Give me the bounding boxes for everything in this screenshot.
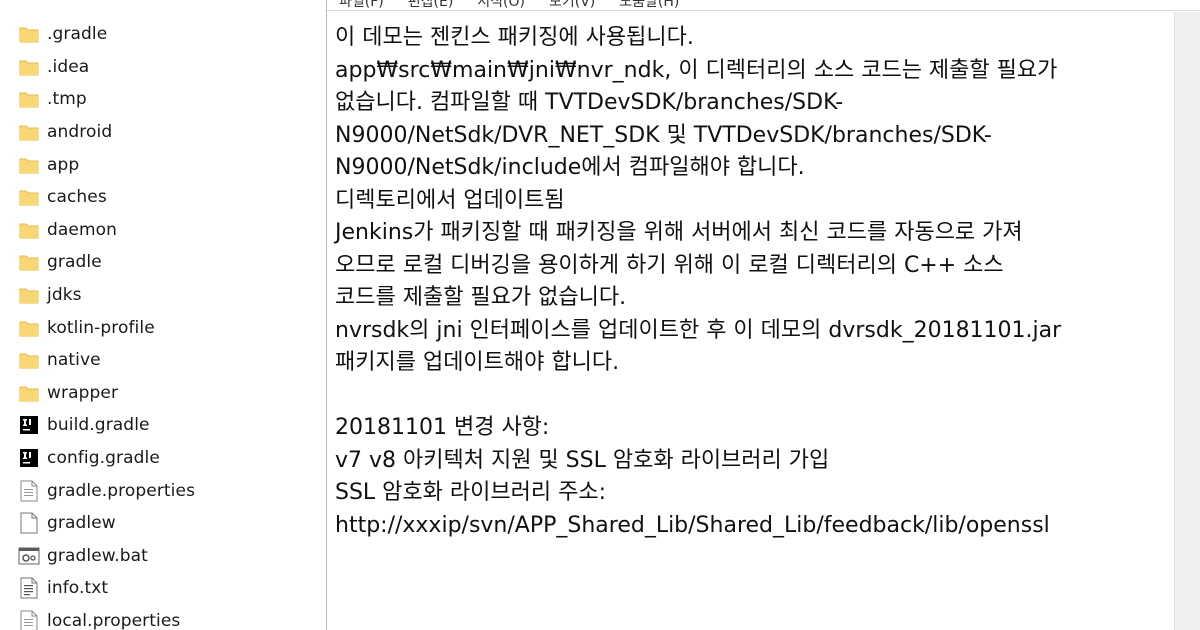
folder-icon — [17, 22, 41, 46]
file-list-item[interactable]: .tmp — [0, 83, 326, 116]
text-line: v7 v8 아키텍처 지원 및 SSL 암호화 라이브러리 가입 — [335, 447, 830, 473]
text-line: 디렉토리에서 업데이트됨 — [335, 187, 565, 213]
text-line: 오므로 로컬 디버깅을 용이하게 하기 위해 이 로컬 디렉터리의 C++ 소스 — [335, 252, 1004, 278]
blank-file-icon — [17, 511, 41, 535]
text-line: 없습니다. 컴파일할 때 TVTDevSDK/branches/SDK- — [335, 90, 844, 115]
file-list-item[interactable]: local.properties — [0, 605, 326, 630]
text-line: 코드를 제출할 필요가 없습니다. — [335, 285, 627, 310]
menu-item[interactable]: 파일(F) — [339, 0, 384, 11]
text-line: SSL 암호화 라이브러리 주소: — [335, 480, 606, 505]
file-name-label: .gradle — [47, 24, 108, 45]
file-name-label: gradle.properties — [47, 480, 196, 501]
scrollbar-thumb[interactable] — [1179, 18, 1196, 618]
properties-file-icon — [17, 609, 41, 630]
text-line: N9000/NetSdk/DVR_NET_SDK 및 TVTDevSDK/bra… — [335, 122, 992, 148]
vertical-scrollbar[interactable] — [1174, 12, 1200, 630]
file-name-label: gradle — [47, 252, 102, 273]
file-list-item[interactable]: android — [0, 116, 326, 149]
file-list-item[interactable]: caches — [0, 181, 326, 214]
folder-icon — [17, 348, 41, 372]
folder-icon — [17, 218, 41, 242]
text-file-icon — [17, 576, 41, 600]
file-name-label: info.txt — [47, 578, 109, 599]
folder-icon — [17, 250, 41, 274]
menu-item[interactable]: 서식(O) — [477, 0, 525, 11]
batch-file-icon — [17, 544, 41, 568]
screen: .gradle .idea .tmp android app caches daemon gr… — [0, 0, 1200, 630]
file-list-item[interactable]: jdks — [0, 279, 326, 312]
menu-item[interactable]: 보기(V) — [549, 0, 595, 11]
file-name-label: android — [47, 122, 113, 143]
file-name-label: jdks — [47, 285, 82, 306]
folder-icon — [17, 316, 41, 340]
file-list-item[interactable]: .idea — [0, 51, 326, 84]
file-name-label: gradlew.bat — [47, 545, 148, 566]
text-editor[interactable]: 이 데모는 젠킨스 패키징에 사용됩니다. app₩src₩main₩jni₩nv… — [327, 12, 1175, 630]
file-name-label: gradlew — [47, 513, 116, 534]
file-list-item[interactable]: gradle — [0, 246, 326, 279]
text-line: Jenkins가 패키징할 때 패키징을 위해 서버에서 최신 코드를 자동으로… — [335, 220, 1023, 245]
file-name-label: kotlin-profile — [47, 317, 155, 338]
text-line — [335, 380, 1175, 413]
file-name-label: caches — [47, 187, 107, 208]
file-name-label: config.gradle — [47, 448, 160, 469]
file-list: .gradle .idea .tmp android app caches daemon gr… — [0, 18, 326, 630]
file-name-label: app — [47, 154, 80, 175]
folder-icon — [17, 153, 41, 177]
text-line: N9000/NetSdk/include에서 컴파일해야 합니다. — [335, 155, 805, 180]
folder-icon — [17, 381, 41, 405]
menu-item[interactable]: 편집(E) — [408, 0, 454, 11]
file-name-label: wrapper — [47, 382, 119, 403]
text-line: nvrsdk의 jni 인터페이스를 업데이트한 후 이 데모의 dvrsdk_… — [335, 317, 1062, 343]
file-list-item[interactable]: config.gradle — [0, 442, 326, 475]
file-list-item[interactable]: .gradle — [0, 18, 326, 51]
folder-icon — [17, 120, 41, 144]
properties-file-icon — [17, 479, 41, 503]
file-name-label: native — [47, 350, 101, 371]
file-list-item[interactable]: native — [0, 344, 326, 377]
file-list-item[interactable]: app — [0, 148, 326, 181]
file-list-item[interactable]: daemon — [0, 214, 326, 247]
file-explorer-panel: .gradle .idea .tmp android app caches daemon gr… — [0, 0, 326, 630]
document-text[interactable]: 이 데모는 젠킨스 패키징에 사용됩니다. app₩src₩main₩jni₩nv… — [335, 22, 1175, 542]
file-name-label: .tmp — [47, 89, 87, 110]
file-name-label: local.properties — [47, 610, 181, 630]
file-name-label: daemon — [47, 219, 118, 240]
file-list-item[interactable]: kotlin-profile — [0, 311, 326, 344]
text-line: app₩src₩main₩jni₩nvr_ndk, 이 디렉터리의 소스 코드는… — [335, 57, 1058, 83]
file-list-item[interactable]: gradle.properties — [0, 474, 326, 507]
folder-icon — [17, 185, 41, 209]
file-list-item[interactable]: info.txt — [0, 572, 326, 605]
file-name-label: build.gradle — [47, 415, 150, 436]
folder-icon — [17, 283, 41, 307]
file-list-item[interactable]: wrapper — [0, 377, 326, 410]
file-list-item[interactable]: build.gradle — [0, 409, 326, 442]
text-line: http://xxxip/svn/APP_Shared_Lib/Shared_L… — [335, 512, 1050, 538]
folder-icon — [17, 55, 41, 79]
file-list-item[interactable]: gradlew — [0, 507, 326, 540]
text-line: 이 데모는 젠킨스 패키징에 사용됩니다. — [335, 25, 694, 50]
intellij-file-icon — [17, 446, 41, 470]
menu-item[interactable]: 도움말(H) — [619, 0, 679, 11]
file-name-label: .idea — [47, 56, 90, 77]
notepad-window: 파일(F) 편집(E) 서식(O) 보기(V) 도움말(H) 이 데모는 젠킨스 패키징… — [326, 0, 1200, 630]
folder-icon — [17, 87, 41, 111]
text-line: 20181101 변경 사항: — [335, 415, 550, 440]
file-list-item[interactable]: gradlew.bat — [0, 540, 326, 573]
text-line: 패키지를 업데이트해야 합니다. — [335, 350, 620, 375]
menu-bar: 파일(F) 편집(E) 서식(O) 보기(V) 도움말(H) — [327, 0, 1200, 11]
intellij-file-icon — [17, 413, 41, 437]
